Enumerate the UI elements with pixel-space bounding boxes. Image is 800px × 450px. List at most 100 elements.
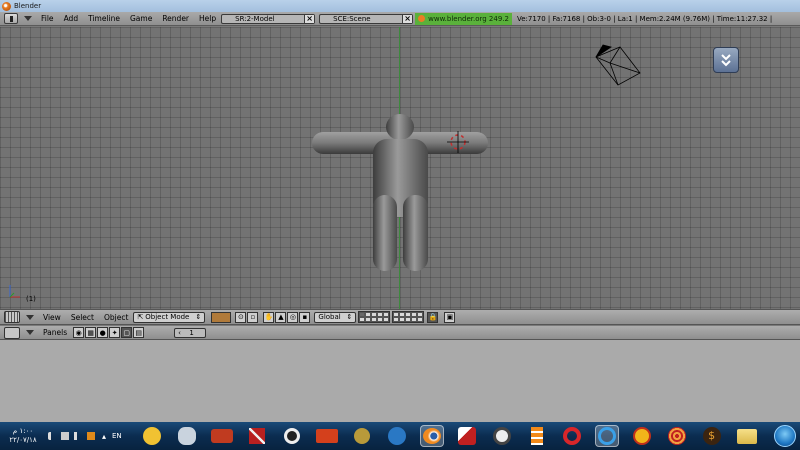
ie-icon[interactable] <box>594 425 619 447</box>
ball-icon[interactable] <box>490 425 514 447</box>
volume-icon[interactable] <box>48 432 56 440</box>
taskbar-clock[interactable]: ١:٠٠ م ٢٢/٠٧/١٨ <box>0 427 46 445</box>
page-number: 1 <box>189 328 194 337</box>
scene-selector[interactable]: SCE:Scene × <box>319 13 414 24</box>
tool-icon[interactable] <box>245 425 269 447</box>
cat-icon[interactable] <box>175 425 199 447</box>
3d-view-header: View Select Object ⇱ Object Mode ⇕ ⊙ ▫ ✋… <box>0 309 800 325</box>
orientation-dropdown-icon: ⇕ <box>346 313 353 321</box>
pivot-button[interactable]: ⊙ <box>235 311 247 323</box>
rocket-icon[interactable] <box>455 425 479 447</box>
render-preview-icon[interactable]: ▣ <box>444 311 456 323</box>
camera-object[interactable] <box>595 44 641 86</box>
mode-icon: ⇱ <box>137 313 144 321</box>
scene-context-icon[interactable]: ▤ <box>133 327 145 338</box>
menu-file[interactable]: File <box>36 14 59 23</box>
blender-logo-icon <box>418 15 426 22</box>
translate-manipulator-button[interactable]: ▲ <box>275 311 287 323</box>
red-game-icon[interactable] <box>315 425 339 447</box>
page-prev-icon[interactable]: ‹ <box>178 329 181 337</box>
money-icon[interactable]: $ <box>700 425 724 447</box>
buttons-window-header: Panels ◉ ▦ ● ✦ ▢ ▤ ‹ 1 <box>0 326 800 340</box>
pidgin-icon[interactable] <box>140 425 164 447</box>
object-center-button[interactable]: ▫ <box>247 311 259 323</box>
face-icon[interactable] <box>630 425 654 447</box>
panels-label[interactable]: Panels <box>38 328 72 337</box>
blender-icon[interactable] <box>419 425 444 447</box>
blender-app-icon <box>2 1 11 11</box>
rotate-manipulator-button[interactable]: ◎ <box>287 311 299 323</box>
navigation-overlay-button[interactable] <box>713 47 739 73</box>
lifebuoy-icon[interactable] <box>560 425 584 447</box>
lock-layers-icon[interactable]: 🔒 <box>427 311 439 323</box>
menu-timeline[interactable]: Timeline <box>83 14 125 23</box>
bug-icon[interactable] <box>350 425 374 447</box>
screen-selector[interactable]: SR:2-Model × <box>221 13 316 24</box>
window-title: Blender <box>14 2 42 10</box>
show-hidden-icon[interactable]: ▴ <box>100 432 108 441</box>
stack-icon[interactable] <box>525 425 549 447</box>
ring-icon[interactable] <box>280 425 304 447</box>
language-indicator[interactable]: EN <box>112 432 122 440</box>
delete-scene-icon[interactable]: × <box>402 14 413 23</box>
screen-name: SR:2-Model <box>235 14 275 23</box>
axis-gizmo <box>9 285 20 298</box>
info-header: File Add Timeline Game Render Help SR:2-… <box>0 12 800 26</box>
clock-time: ١:٠٠ م <box>12 427 34 435</box>
shading-context-icon[interactable]: ● <box>97 327 109 338</box>
menu-game[interactable]: Game <box>125 14 157 23</box>
menu-object[interactable]: Object <box>99 313 133 322</box>
taskbar-apps: $ <box>140 425 770 447</box>
mode-selector[interactable]: ⇱ Object Mode ⇕ <box>133 311 206 323</box>
window-titlebar: Blender <box>0 0 800 12</box>
double-chevron-down-icon <box>721 54 731 67</box>
viewport-scene <box>9 44 641 298</box>
menu-add[interactable]: Add <box>59 14 84 23</box>
buttons-window-type-button[interactable] <box>4 326 20 339</box>
view-header-collapse-icon[interactable] <box>26 314 34 320</box>
menu-select[interactable]: Select <box>66 313 99 322</box>
spiral-icon[interactable] <box>665 425 689 447</box>
delete-screen-icon[interactable]: × <box>304 14 315 23</box>
character-left-leg <box>373 195 397 271</box>
object-context-icon[interactable]: ✦ <box>109 327 121 338</box>
menu-help[interactable]: Help <box>194 14 221 23</box>
layer-buttons-right[interactable] <box>392 311 425 323</box>
window-type-button[interactable] <box>4 13 18 24</box>
orientation-selector[interactable]: Global ⇕ <box>314 311 357 323</box>
scene-name: SCE:Scene <box>333 14 371 23</box>
url-text: www.blender.org 249.2 <box>428 14 509 23</box>
menu-render[interactable]: Render <box>157 14 194 23</box>
character-head <box>386 114 414 140</box>
taskbar: ١:٠٠ م ٢٢/٠٧/١٨ ▴ EN $ <box>0 422 800 450</box>
3d-viewport[interactable]: (1) <box>0 27 800 309</box>
character-mesh[interactable] <box>312 114 488 271</box>
globe-icon[interactable] <box>385 425 409 447</box>
system-tray: ▴ <box>48 432 108 441</box>
buttons-window-area <box>0 340 800 422</box>
buttons-header-collapse-icon[interactable] <box>26 330 34 335</box>
mode-dropdown-icon: ⇕ <box>195 313 202 321</box>
flag-icon[interactable] <box>87 432 95 440</box>
view-type-button[interactable] <box>4 311 20 323</box>
menu-view[interactable]: View <box>38 313 66 322</box>
logic-context-icon[interactable]: ◉ <box>73 327 85 338</box>
current-frame: (1) <box>26 295 36 303</box>
manipulator-toggle[interactable]: ✋ <box>263 311 275 323</box>
street-racer-icon[interactable] <box>210 425 234 447</box>
character-right-leg <box>403 195 428 271</box>
folder-icon[interactable] <box>735 425 759 447</box>
editing-context-icon[interactable]: ▢ <box>121 327 133 338</box>
scene-stats: Ve:7170 | Fa:7168 | Ob:3-0 | La:1 | Mem:… <box>516 14 773 23</box>
network-icon[interactable] <box>61 432 69 440</box>
draw-type-button[interactable] <box>211 311 232 323</box>
script-context-icon[interactable]: ▦ <box>85 327 97 338</box>
start-button[interactable] <box>773 425 796 447</box>
orientation-label: Global <box>318 313 341 321</box>
header-collapse-icon[interactable] <box>24 16 32 21</box>
layer-buttons-left[interactable] <box>358 311 391 323</box>
page-number-field[interactable]: ‹ 1 <box>174 327 207 338</box>
signal-icon[interactable] <box>74 432 82 440</box>
scale-manipulator-button[interactable]: ▪ <box>299 311 311 323</box>
blender-url-link[interactable]: www.blender.org 249.2 <box>415 12 512 25</box>
